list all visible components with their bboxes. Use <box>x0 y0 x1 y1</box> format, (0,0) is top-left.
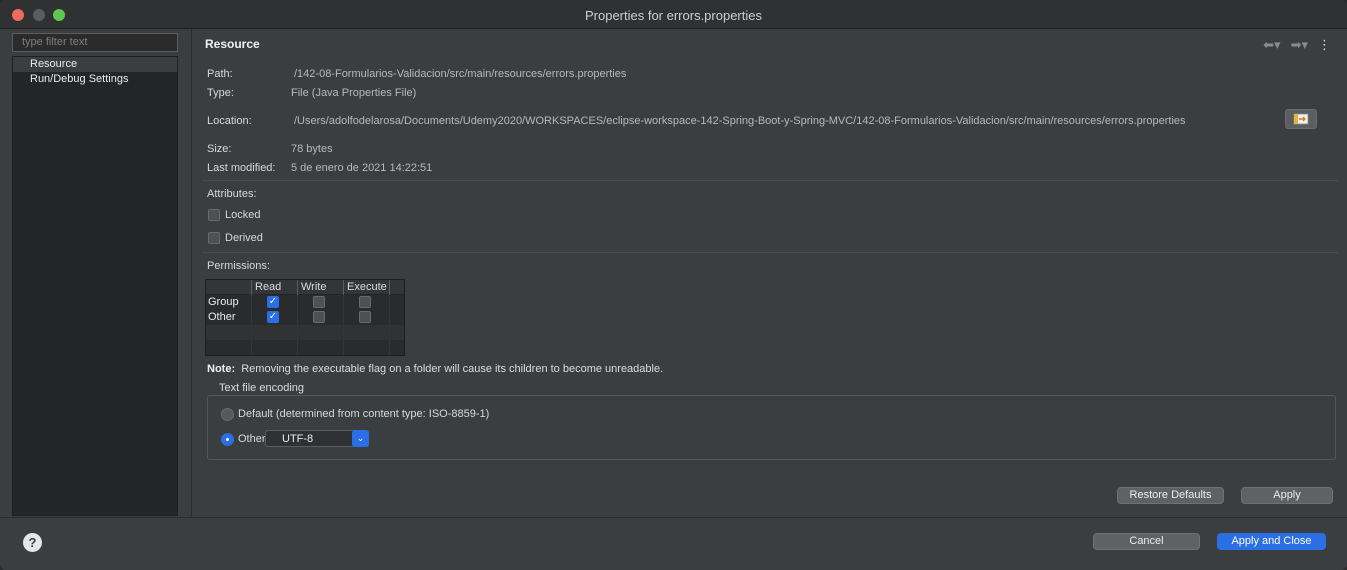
locked-label: Locked <box>225 209 261 221</box>
default-encoding-label: Default (determined from content type: I… <box>238 408 490 420</box>
table-row-empty <box>206 325 404 340</box>
last-modified-label: Last modified: <box>207 162 276 174</box>
path-value: /142-08-Formularios-Validacion/src/main/… <box>294 68 627 80</box>
attributes-label: Attributes: <box>207 188 257 200</box>
open-folder-icon <box>1293 113 1309 125</box>
properties-dialog: Properties for errors.properties type fi… <box>0 0 1347 570</box>
permissions-table: Read Write Execute Group ✓ Other ✓ <box>205 279 405 356</box>
show-in-system-explorer-button[interactable] <box>1285 109 1317 129</box>
group-write-checkbox[interactable] <box>313 296 325 308</box>
other-encoding-radio[interactable] <box>221 433 234 446</box>
other-encoding-label: Other: <box>238 433 269 445</box>
location-value: /Users/adolfodelarosa/Documents/Udemy202… <box>294 115 1186 127</box>
row-label-group: Group <box>208 296 239 308</box>
row-label-other: Other <box>208 311 236 323</box>
help-icon[interactable]: ? <box>23 533 42 552</box>
encoding-select-value: UTF-8 <box>282 433 314 445</box>
cancel-button[interactable]: Cancel <box>1093 533 1200 550</box>
permissions-note: Note: Removing the executable flag on a … <box>207 363 663 375</box>
default-encoding-radio[interactable] <box>221 408 234 421</box>
page-tree: Resource Run/Debug Settings <box>12 56 178 516</box>
filter-input[interactable]: type filter text <box>12 33 178 52</box>
encoding-group-title: Text file encoding <box>219 382 304 394</box>
back-arrow-icon[interactable]: ⬅▾ <box>1263 37 1280 53</box>
other-write-checkbox[interactable] <box>313 311 325 323</box>
other-read-checkbox[interactable]: ✓ <box>267 311 279 323</box>
permissions-label: Permissions: <box>207 260 270 272</box>
tree-item-run-debug-settings[interactable]: Run/Debug Settings <box>13 72 177 87</box>
page-nav: ⬅▾ ➡▾ ⋮ <box>1263 37 1331 53</box>
path-label: Path: <box>207 68 233 80</box>
tree-item-resource[interactable]: Resource <box>13 57 177 72</box>
other-execute-checkbox[interactable] <box>359 311 371 323</box>
more-menu-icon[interactable]: ⋮ <box>1318 37 1331 53</box>
forward-arrow-icon[interactable]: ➡▾ <box>1291 37 1308 53</box>
window-title: Properties for errors.properties <box>584 8 762 23</box>
separator <box>202 180 1338 181</box>
column-execute: Execute <box>343 280 389 295</box>
group-read-checkbox[interactable]: ✓ <box>267 296 279 308</box>
column-read: Read <box>251 280 297 295</box>
derived-checkbox[interactable] <box>208 232 220 244</box>
column-filler <box>389 280 404 295</box>
size-value: 78 bytes <box>291 143 333 155</box>
note-label: Note: <box>207 363 236 375</box>
group-execute-checkbox[interactable] <box>359 296 371 308</box>
locked-checkbox[interactable] <box>208 209 220 221</box>
derived-label: Derived <box>225 232 263 244</box>
size-label: Size: <box>207 143 232 155</box>
property-page: Resource ⬅▾ ➡▾ ⋮ Path: /142-08-Formulari… <box>191 29 1347 517</box>
chevron-down-icon[interactable]: ⌄ <box>352 430 369 447</box>
apply-button[interactable]: Apply <box>1241 487 1333 504</box>
table-row-other: Other ✓ <box>206 310 404 325</box>
dialog-footer: ? Cancel Apply and Close <box>0 517 1347 570</box>
type-label: Type: <box>207 87 234 99</box>
table-row-group: Group ✓ <box>206 295 404 310</box>
permissions-header: Read Write Execute <box>206 280 404 295</box>
separator <box>202 252 1338 253</box>
column-write: Write <box>297 280 343 295</box>
location-label: Location: <box>207 115 252 127</box>
note-text: Removing the executable flag on a folder… <box>241 363 664 375</box>
last-modified-value: 5 de enero de 2021 14:22:51 <box>291 162 433 174</box>
title-bar: Properties for errors.properties <box>0 0 1347 29</box>
encoding-group <box>207 395 1336 460</box>
page-title: Resource <box>205 37 260 51</box>
restore-defaults-button[interactable]: Restore Defaults <box>1117 487 1224 504</box>
type-value: File (Java Properties File) <box>291 87 417 99</box>
encoding-select[interactable]: UTF-8 ⌄ <box>265 430 369 447</box>
apply-and-close-button[interactable]: Apply and Close <box>1217 533 1326 550</box>
